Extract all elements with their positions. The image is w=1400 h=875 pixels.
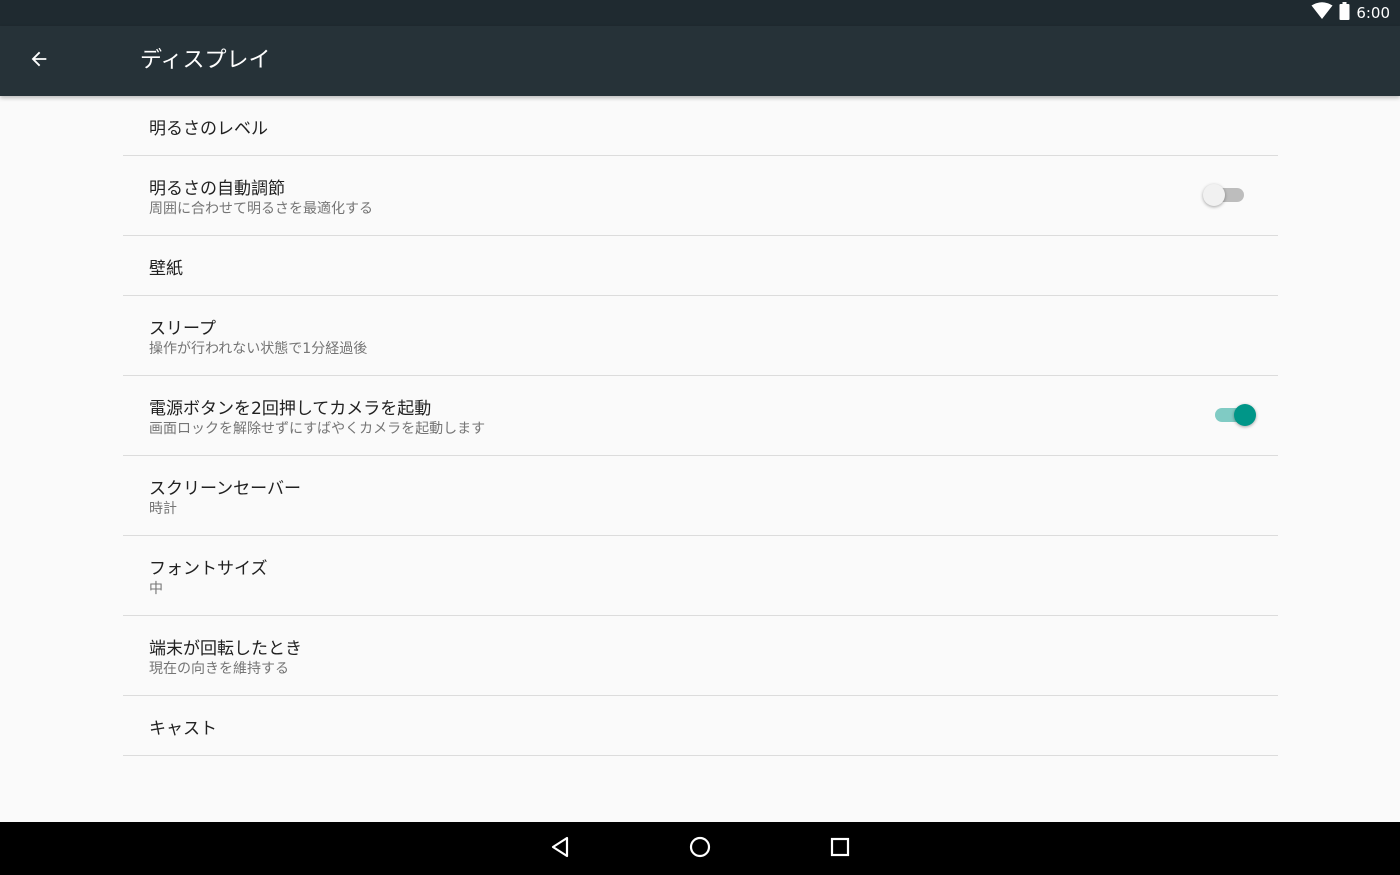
setting-title: スリープ [149,319,216,339]
setting-title: 明るさのレベル [149,119,268,139]
setting-title: 壁紙 [149,259,183,279]
nav-back-button[interactable] [540,832,580,866]
switch-thumb [1234,404,1256,426]
settings-list: 明るさのレベル 明るさの自動調節 周囲に合わせて明るさを最適化する 壁紙 スリー… [123,96,1278,756]
back-triangle-icon [549,835,571,863]
setting-screensaver[interactable]: スクリーンセーバー 時計 [123,456,1278,536]
setting-summary: 時計 [149,501,177,517]
setting-cast[interactable]: キャスト [123,696,1278,756]
setting-title: フォントサイズ [149,559,268,579]
battery-icon [1339,2,1350,24]
setting-wallpaper[interactable]: 壁紙 [123,236,1278,296]
setting-title: スクリーンセーバー [149,479,301,499]
setting-summary: 中 [149,581,163,597]
status-icons: 6:00 [1311,0,1390,26]
status-bar: 6:00 [0,0,1400,26]
page-title: ディスプレイ [140,48,271,73]
wifi-icon [1311,2,1333,24]
setting-title: キャスト [149,719,217,739]
setting-title: 端末が回転したとき [149,639,302,659]
setting-adaptive-brightness[interactable]: 明るさの自動調節 周囲に合わせて明るさを最適化する [123,156,1278,236]
setting-summary: 画面ロックを解除せずにすばやくカメラを起動します [149,421,486,437]
home-circle-icon [688,835,712,863]
setting-title: 明るさの自動調節 [149,179,285,199]
arrow-back-icon [28,48,50,74]
setting-brightness-level[interactable]: 明るさのレベル [123,96,1278,156]
status-time: 6:00 [1356,4,1390,22]
recents-square-icon [829,836,851,862]
nav-recents-button[interactable] [820,832,860,866]
setting-font-size[interactable]: フォントサイズ 中 [123,536,1278,616]
adaptive-brightness-switch[interactable] [1203,180,1251,210]
setting-rotation[interactable]: 端末が回転したとき 現在の向きを維持する [123,616,1278,696]
setting-summary: 周囲に合わせて明るさを最適化する [149,201,373,217]
back-button[interactable] [18,40,60,82]
navigation-bar [0,822,1400,875]
setting-summary: 操作が行われない状態で1分経過後 [149,341,368,357]
setting-summary: 現在の向きを維持する [149,661,289,677]
app-bar: ディスプレイ [0,26,1400,96]
setting-camera-gesture[interactable]: 電源ボタンを2回押してカメラを起動 画面ロックを解除せずにすばやくカメラを起動し… [123,376,1278,456]
setting-title: 電源ボタンを2回押してカメラを起動 [149,399,432,419]
nav-home-button[interactable] [680,832,720,866]
camera-gesture-switch[interactable] [1208,400,1256,430]
switch-thumb [1203,184,1225,206]
setting-sleep[interactable]: スリープ 操作が行われない状態で1分経過後 [123,296,1278,376]
